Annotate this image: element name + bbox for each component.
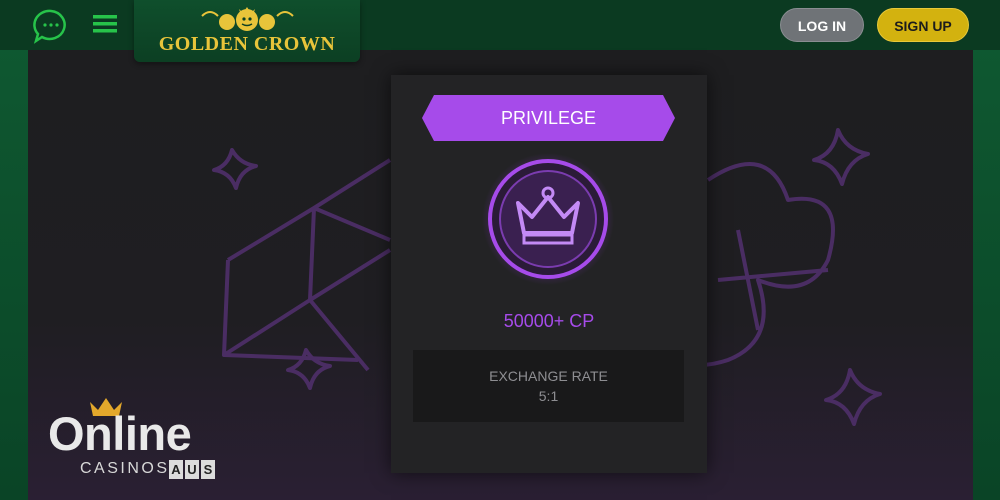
exchange-rate-value: 5:1 <box>538 388 559 404</box>
crown-logo-icon <box>201 7 294 31</box>
crown-coin-icon <box>482 153 614 285</box>
login-button[interactable]: LOG IN <box>780 8 864 42</box>
watermark-online: Online <box>48 407 192 460</box>
sparkle-icon <box>812 128 870 186</box>
watermark-letter: U <box>185 460 199 479</box>
logo[interactable]: GOLDEN CROWN <box>134 0 360 62</box>
left-side-decor <box>0 0 28 500</box>
watermark-letter: S <box>201 460 215 479</box>
diamond-icon <box>222 158 392 372</box>
sparkle-icon <box>212 148 258 190</box>
watermark-letter: A <box>169 460 183 479</box>
watermark-casinos: CASINOS <box>80 460 170 477</box>
top-header: GOLDEN CROWN LOG IN SIGN UP <box>0 0 1000 62</box>
logo-text: GOLDEN CROWN <box>158 33 336 55</box>
menu-icon[interactable] <box>93 14 117 34</box>
vip-level-card: PRIVILEGE 50000+ CP EXCHANGE RATE 5:1 <box>391 75 707 473</box>
tier-title: PRIVILEGE <box>422 95 675 141</box>
watermark-aus: A U S <box>169 460 215 479</box>
right-side-decor <box>972 0 1000 500</box>
chat-icon[interactable] <box>33 8 69 44</box>
points-requirement: 50000+ CP <box>503 311 595 331</box>
watermark-logo: Online CASINOS A U S <box>48 396 223 484</box>
exchange-rate-label: EXCHANGE RATE <box>489 368 608 384</box>
signup-button[interactable]: SIGN UP <box>877 8 969 42</box>
exchange-rate-box: EXCHANGE RATE 5:1 <box>413 350 684 422</box>
sparkle-icon <box>824 368 882 426</box>
